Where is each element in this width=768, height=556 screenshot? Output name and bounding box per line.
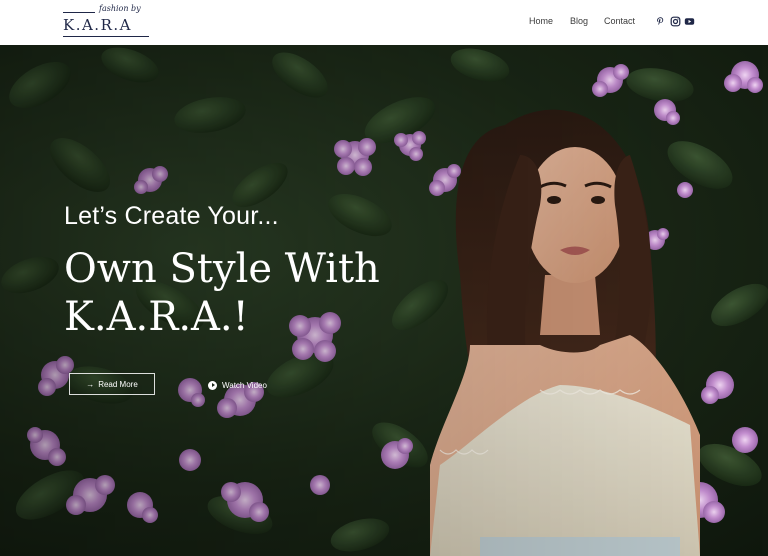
arrow-right-icon: → [86,379,95,389]
logo-underline [63,36,149,37]
instagram-icon[interactable] [670,14,681,27]
nav-item-blog[interactable]: Blog [570,16,588,26]
play-icon [208,380,217,390]
brand-logo[interactable]: fashion by K.A.R.A [63,4,153,40]
hero-headline-small: Let’s Create Your... [64,202,279,230]
pinterest-icon[interactable] [655,14,666,25]
nav-item-home[interactable]: Home [529,16,553,26]
hero-headline-big: Own Style With K.A.R.A.! [64,246,380,340]
youtube-icon[interactable] [684,14,695,25]
nav-item-contact[interactable]: Contact [604,16,635,26]
watch-video-button[interactable]: Watch Video [208,378,267,392]
read-more-button[interactable]: → Read More [69,373,155,395]
read-more-label: Read More [98,379,138,389]
brand-tagline: fashion by [99,4,141,13]
hero-section: Let’s Create Your... Own Style With K.A.… [0,45,768,556]
brand-name: K.A.R.A [63,16,132,34]
watch-video-label: Watch Video [222,380,267,390]
site-header: fashion by K.A.R.A Home Blog Contact [0,0,768,45]
logo-rule [63,12,95,13]
